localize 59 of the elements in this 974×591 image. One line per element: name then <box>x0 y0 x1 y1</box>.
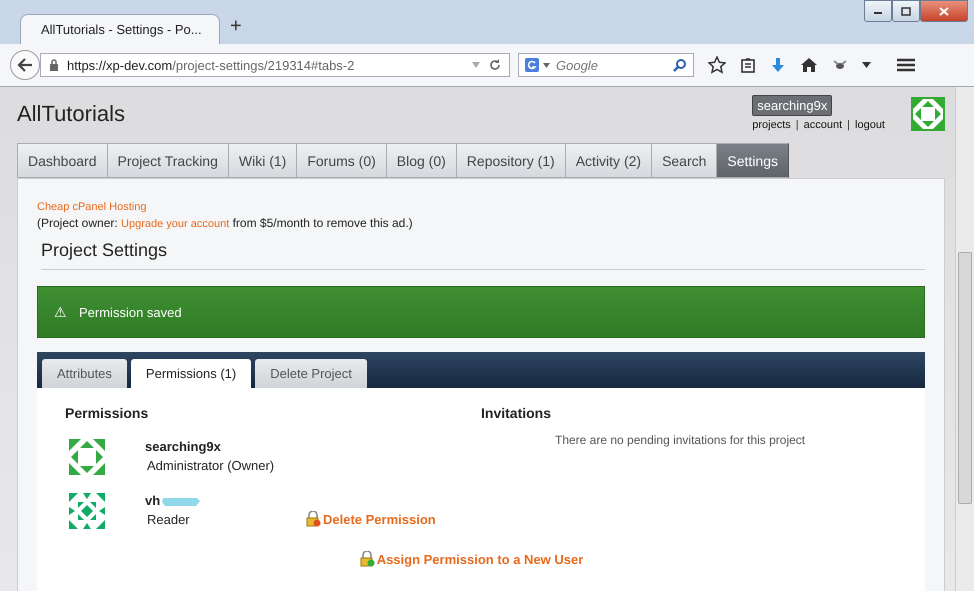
reload-icon[interactable] <box>489 59 501 71</box>
empty-message: There are no pending invitations for this project <box>555 433 806 447</box>
page-heading: Project Settings <box>41 240 925 270</box>
user-avatar-icon <box>69 493 105 529</box>
link-separator: | <box>796 119 799 131</box>
link-separator: | <box>847 119 850 131</box>
new-tab-button[interactable]: + <box>230 15 242 38</box>
back-button[interactable] <box>10 50 40 80</box>
lock-delete-icon <box>305 511 321 527</box>
ad-text: (Project owner: Upgrade your account from $5/month to remove this ad.) <box>37 216 414 230</box>
panel-tab[interactable]: Attributes <box>42 359 127 388</box>
home-icon[interactable] <box>800 57 818 73</box>
nav-tab[interactable]: Blog (0) <box>386 143 456 178</box>
user-name: searching9x <box>145 439 221 454</box>
warning-icon: ⚠ <box>54 304 67 320</box>
address-bar[interactable]: https://xp-dev.com/project-settings/219314#tabs-2 <box>40 53 510 77</box>
scrollbar[interactable] <box>955 87 974 591</box>
user-link[interactable]: logout <box>855 119 885 131</box>
close-icon <box>939 6 949 16</box>
scrollbar-thumb[interactable] <box>958 252 972 504</box>
google-icon <box>525 58 539 72</box>
dropdown-icon[interactable] <box>862 62 871 68</box>
nav-tab[interactable]: Search <box>651 143 716 178</box>
nav-tab[interactable]: Activity (2) <box>564 143 652 178</box>
user-link[interactable]: projects <box>752 119 791 131</box>
alert-message: Permission saved <box>79 304 182 320</box>
nav-tab[interactable]: Repository (1) <box>456 143 565 178</box>
section-title: Permissions <box>65 405 150 421</box>
nav-tab[interactable]: Wiki (1) <box>228 143 296 178</box>
lock-icon <box>49 59 59 71</box>
nav-tab[interactable]: Dashboard <box>17 143 106 178</box>
user-link[interactable]: account <box>804 119 842 131</box>
star-icon[interactable] <box>708 56 726 74</box>
panel-tab[interactable]: Delete Project <box>255 359 367 388</box>
menu-icon[interactable] <box>897 58 915 72</box>
section-title: Invitations <box>481 405 552 421</box>
username-badge: searching9x <box>752 95 832 116</box>
clipboard-icon[interactable] <box>740 57 756 73</box>
back-arrow-icon <box>17 58 33 72</box>
user-name: vh <box>145 493 160 508</box>
nav-tab[interactable]: Forums (0) <box>296 143 386 178</box>
user-avatar-icon <box>69 439 105 475</box>
avatar-icon <box>911 97 945 131</box>
search-icon[interactable] <box>673 58 687 72</box>
lock-add-icon <box>358 551 375 567</box>
user-role: Administrator (Owner) <box>146 458 276 473</box>
user-role: Reader <box>146 512 191 527</box>
browser-tab[interactable]: AllTutorials - Settings - Po... <box>20 14 220 44</box>
caret-icon <box>543 62 550 68</box>
maximize-icon <box>901 6 911 16</box>
nav-tab[interactable]: Project Tracking <box>106 143 228 178</box>
minimize-button[interactable] <box>864 0 892 22</box>
panel-tab[interactable]: Permissions (1) <box>130 359 252 388</box>
search-box[interactable]: Google <box>518 53 694 77</box>
download-icon[interactable] <box>770 57 786 73</box>
nav-tab[interactable]: Settings <box>716 143 790 178</box>
site-title: AllTutorials <box>17 101 126 127</box>
maximize-button[interactable] <box>892 0 920 22</box>
close-button[interactable] <box>920 0 968 22</box>
